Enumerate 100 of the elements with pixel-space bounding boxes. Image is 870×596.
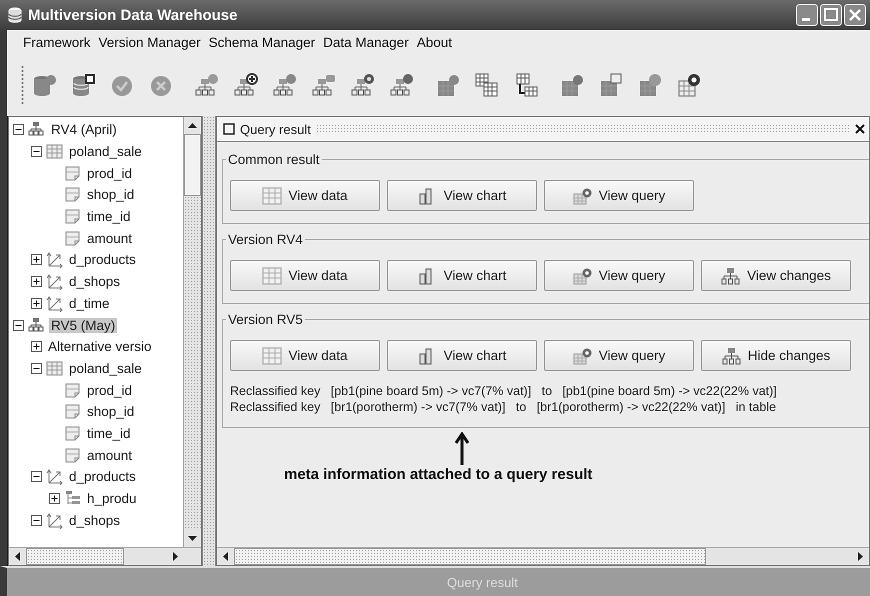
scrollbar-thumb[interactable] (184, 134, 201, 196)
table-icon (46, 143, 63, 160)
annotation-arrow (454, 432, 470, 466)
column-icon (64, 230, 81, 247)
group-title: Version RV5 (227, 312, 304, 327)
column-icon (64, 446, 81, 464)
action-button[interactable]: View data (230, 180, 380, 211)
window-title: Multiversion Data Warehouse (28, 6, 238, 24)
collapse-icon[interactable] (31, 514, 42, 526)
minimize-button[interactable] (796, 4, 818, 26)
hierarchy-icon (722, 346, 742, 364)
hierarchy-icon[interactable] (195, 73, 219, 97)
hierarchy-icon[interactable] (234, 73, 258, 97)
hierarchy-icon[interactable] (273, 73, 297, 97)
menu-item[interactable]: Version Manager (94, 34, 205, 50)
tree-item[interactable]: d_products (67, 469, 138, 484)
action-button[interactable]: View query (544, 180, 694, 211)
collapse-icon[interactable] (13, 124, 24, 136)
window-icon (223, 123, 235, 135)
expand-icon[interactable] (49, 493, 60, 504)
action-button[interactable]: View changes (701, 260, 851, 291)
column-icon (64, 382, 81, 399)
collapse-icon[interactable] (31, 146, 42, 158)
action-button[interactable]: View data (230, 340, 380, 371)
table-icon (46, 360, 63, 377)
close-button[interactable] (844, 4, 866, 26)
action-button[interactable]: View chart (387, 340, 537, 371)
collapse-icon[interactable] (31, 362, 42, 374)
expand-icon[interactable] (31, 341, 42, 352)
database-icon[interactable] (71, 73, 95, 97)
expand-icon[interactable] (31, 276, 42, 288)
scrollbar-thumb[interactable] (234, 548, 706, 565)
app-icon (8, 7, 22, 23)
hierarchy-icon (28, 121, 45, 138)
action-button[interactable]: View data (230, 260, 380, 291)
action-button[interactable]: View query (544, 340, 694, 371)
table-icon[interactable] (677, 73, 701, 97)
collapse-icon[interactable] (13, 320, 24, 331)
axes-icon (46, 468, 63, 486)
grid-icon (262, 266, 282, 284)
grid-icon (262, 186, 282, 204)
tree-item[interactable]: RV4 (April) (49, 122, 119, 138)
panel-title: Query result (240, 122, 311, 136)
column-icon (64, 424, 81, 442)
table-icon[interactable] (599, 73, 623, 97)
meta-info-line: Reclassified key [br1(porotherm) -> vc7(7% vat)] to [br1(porotherm) -> vc22(22% vat)] in table (230, 399, 778, 415)
grid-icon[interactable] (475, 73, 499, 97)
group-title: Common result (227, 152, 321, 167)
tree-item[interactable]: poland_sale (67, 360, 144, 376)
table-gear-icon (572, 266, 593, 284)
grid-icon[interactable] (514, 73, 538, 97)
tree-item[interactable]: shop_id (85, 187, 136, 202)
action-button[interactable]: Hide changes (701, 340, 851, 371)
tree-item[interactable]: prod_id (85, 166, 134, 181)
hierarchy-icon[interactable] (312, 73, 336, 97)
table-gear-icon (572, 186, 593, 204)
axes-icon (46, 273, 63, 290)
tree-item[interactable]: shop_id (85, 404, 136, 420)
scrollbar-thumb[interactable] (26, 548, 124, 565)
table-gear-icon (572, 346, 593, 364)
tree-item[interactable]: h_produ (85, 491, 139, 506)
column-icon (64, 164, 81, 182)
close-icon[interactable] (855, 124, 865, 134)
menu-item[interactable]: About (412, 34, 456, 50)
drag-grip[interactable] (316, 124, 850, 134)
annotation-text: meta information attached to a query result (284, 466, 594, 483)
axes-icon (46, 251, 63, 268)
tree-item[interactable]: poland_sale (67, 144, 144, 160)
tree-item[interactable]: prod_id (85, 382, 134, 398)
tree-item[interactable]: time_id (85, 209, 133, 224)
menu-item[interactable]: Data Manager (319, 34, 413, 50)
hierarchy-icon[interactable] (390, 73, 414, 97)
hierarchy-icon[interactable] (351, 73, 375, 97)
column-icon (64, 403, 81, 420)
group-title: Version RV4 (227, 232, 304, 247)
hierarchy-icon (721, 266, 742, 284)
action-button[interactable]: View chart (387, 260, 537, 291)
column-icon (64, 186, 81, 204)
action-button[interactable]: View chart (387, 180, 537, 211)
menu-item[interactable]: Schema Manager (204, 34, 320, 50)
expand-icon[interactable] (31, 254, 42, 266)
tree-item[interactable]: time_id (85, 426, 133, 441)
check-icon[interactable] (110, 73, 134, 97)
expand-icon[interactable] (31, 298, 42, 309)
tree-item[interactable]: amount (85, 230, 134, 246)
tree-item[interactable]: d_products (67, 252, 138, 268)
maximize-button[interactable] (820, 4, 842, 26)
grid-icon (262, 346, 282, 364)
tree-item[interactable]: d_time (67, 296, 112, 311)
status-text: Query result (447, 574, 518, 590)
tree-item[interactable]: amount (85, 448, 134, 463)
tree-item[interactable]: RV5 (May) (49, 318, 118, 333)
hierarchy-icon (28, 316, 45, 334)
menu-item[interactable]: Framework (19, 34, 95, 50)
tree-item[interactable]: Alternative versio (46, 339, 154, 354)
collapse-icon[interactable] (31, 471, 42, 482)
tree-item[interactable]: d_shops (67, 512, 122, 528)
axes-icon (46, 512, 63, 529)
tree-item[interactable]: d_shops (67, 274, 122, 290)
action-button[interactable]: View query (544, 260, 694, 291)
